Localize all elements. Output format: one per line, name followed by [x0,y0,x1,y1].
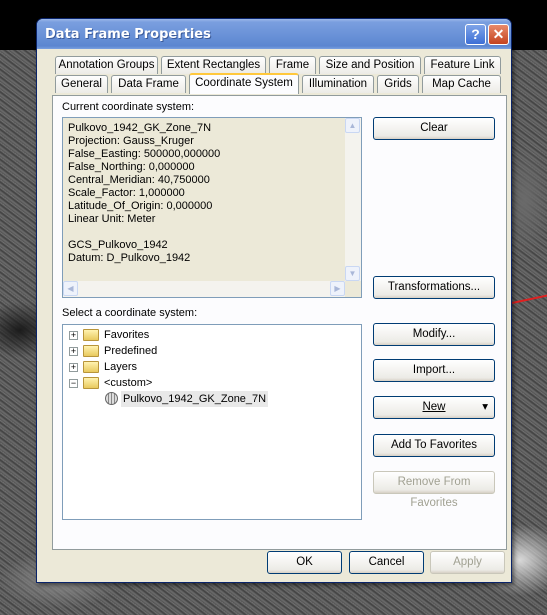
collapse-icon[interactable]: − [69,379,78,388]
scroll-left-icon[interactable]: ◀ [63,281,78,296]
cs-line: Projection: Gauss_Kruger [68,135,194,147]
cs-line: Linear Unit: Meter [68,213,156,225]
tree-item-label: Favorites [104,329,150,341]
title-bar[interactable]: Data Frame Properties ? ✕ [37,19,511,49]
cs-line: Scale_Factor: 1,000000 [68,187,185,199]
cs-line: Latitude_Of_Origin: 0,000000 [68,200,213,212]
tab-general[interactable]: General [55,75,108,93]
cs-line: Pulkovo_1942_GK_Zone_7N [68,122,212,134]
tab-size-and-position[interactable]: Size and Position [319,56,421,74]
new-button-label: New [422,401,446,413]
folder-icon [83,361,99,373]
cs-line: Datum: D_Pulkovo_1942 [68,252,191,264]
clear-button[interactable]: Clear [373,117,495,140]
tab-map-cache[interactable]: Map Cache [422,75,501,93]
add-to-favorites-button[interactable]: Add To Favorites [373,434,495,457]
open-folder-icon [83,377,99,389]
folder-icon [83,329,99,341]
ok-button[interactable]: OK [267,551,342,574]
tab-annotation-groups[interactable]: Annotation Groups [55,56,158,74]
vertical-scrollbar[interactable]: ▲ ▼ [345,118,361,281]
tab-illumination[interactable]: Illumination [302,75,374,93]
expand-icon[interactable]: + [69,331,78,340]
tab-feature-link[interactable]: Feature Link [424,56,501,74]
cancel-button[interactable]: Cancel [349,551,424,574]
tab-frame[interactable]: Frame [269,56,316,74]
tree-item-label: Predefined [104,345,158,357]
scroll-up-icon[interactable]: ▲ [345,118,360,133]
globe-icon [105,392,118,405]
tree-item-label: Layers [104,361,138,373]
import-button[interactable]: Import... [373,359,495,382]
tree-item-label: <custom> [104,377,153,389]
new-button[interactable]: New ▾ [373,396,495,419]
tab-extent-rectangles[interactable]: Extent Rectangles [161,56,266,74]
tab-coordinate-system[interactable]: Coordinate System [189,73,299,94]
help-button[interactable]: ? [465,24,486,45]
expand-icon[interactable]: + [69,363,78,372]
cs-line: False_Easting: 500000,000000 [68,148,221,160]
modify-button[interactable]: Modify... [373,323,495,346]
scroll-down-icon[interactable]: ▼ [345,266,360,281]
transformations-button[interactable]: Transformations... [373,276,495,299]
coordinate-system-tree[interactable]: + Favorites + Predefined + Layers − <cus… [62,324,362,520]
select-cs-label: Select a coordinate system: [62,307,198,319]
current-cs-label: Current coordinate system: [62,101,195,113]
expand-icon[interactable]: + [69,347,78,356]
remove-from-favorites-button[interactable]: Remove From Favorites [373,471,495,509]
close-button[interactable]: ✕ [488,24,509,45]
data-frame-properties-dialog: Data Frame Properties ? ✕ Annotation Gro… [36,18,512,583]
tab-data-frame[interactable]: Data Frame [111,75,186,93]
dropdown-arrow-icon: ▾ [482,401,488,413]
cs-line: GCS_Pulkovo_1942 [68,239,168,251]
tab-grids[interactable]: Grids [377,75,419,93]
tree-item-label: Pulkovo_1942_GK_Zone_7N [121,391,269,407]
tab-row-front: General Data Frame Coordinate System Ill… [37,73,513,94]
folder-icon [83,345,99,357]
scroll-right-icon[interactable]: ▶ [330,281,345,296]
cs-line: Central_Meridian: 40,750000 [68,174,210,186]
horizontal-scrollbar[interactable]: ◀ ▶ [63,281,345,297]
dialog-title: Data Frame Properties [45,27,211,42]
apply-button[interactable]: Apply [430,551,505,574]
current-cs-textbox[interactable]: Pulkovo_1942_GK_Zone_7N Projection: Gaus… [62,117,362,298]
cs-line: False_Northing: 0,000000 [68,161,195,173]
